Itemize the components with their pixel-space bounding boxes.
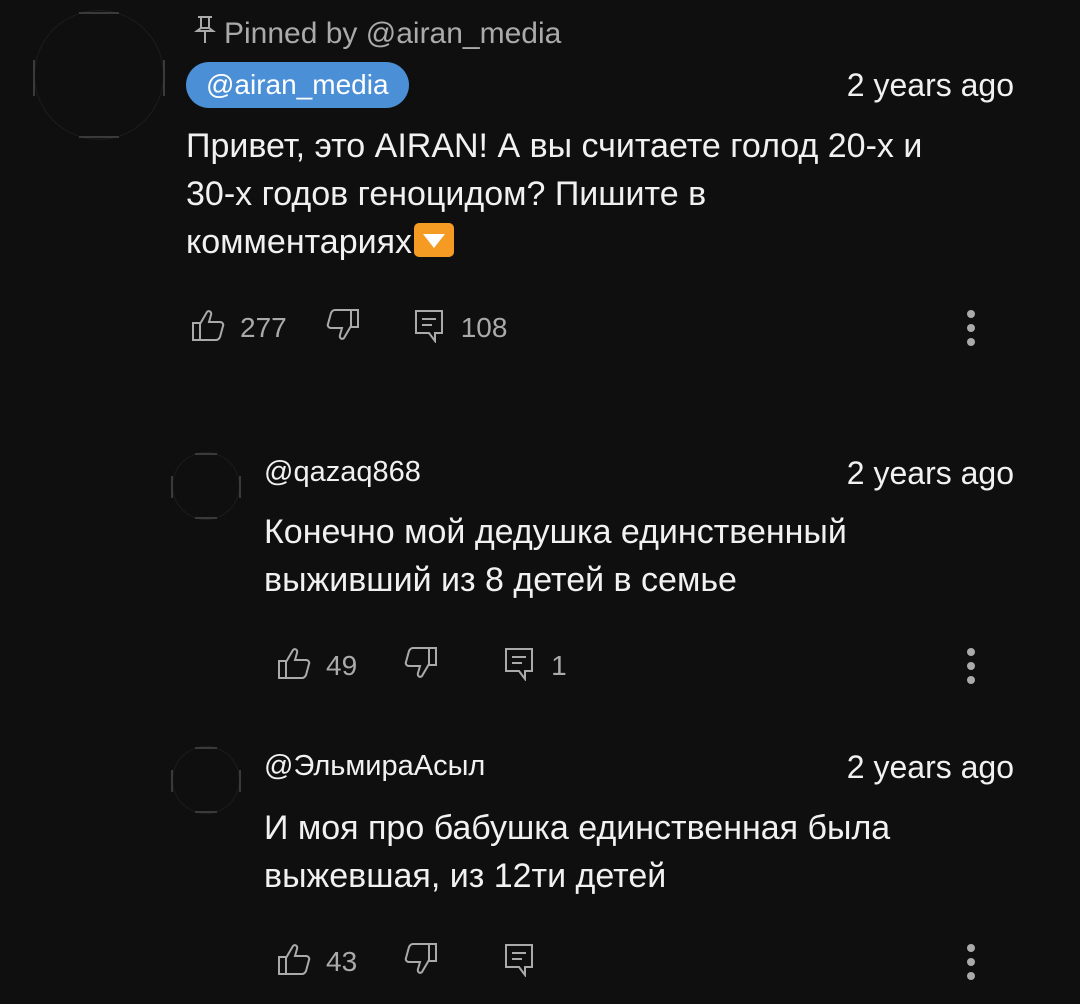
comment-text-line: И моя про бабушка единственная была	[264, 809, 891, 847]
comment-text-line: комментариях	[186, 223, 413, 261]
reply-count: 1	[551, 650, 567, 681]
comment-text-line: Привет, это AIRAN! А вы считаете голод 2…	[186, 127, 923, 165]
thumbs-down-icon	[325, 307, 361, 350]
avatar[interactable]	[171, 452, 241, 520]
more-options-icon[interactable]	[956, 306, 986, 350]
more-options-icon[interactable]	[956, 644, 986, 688]
thumbs-up-icon	[276, 645, 312, 688]
thumbs-down-icon	[403, 941, 439, 984]
like-button[interactable]: 277	[190, 307, 287, 350]
comment-text-line: выжевшая, из 12ти детей	[264, 857, 667, 895]
pin-icon	[194, 15, 216, 53]
comment-text: И моя про бабушка единственная была выже…	[264, 804, 1024, 900]
comment-text-line: 30-х годов геноцидом? Пишите в	[186, 175, 707, 213]
like-count: 49	[326, 650, 358, 681]
dislike-button[interactable]	[403, 941, 439, 984]
comment-text-line: Конечно мой дедушка единственный	[264, 513, 847, 551]
avatar[interactable]	[171, 746, 241, 814]
reply-button[interactable]	[501, 941, 537, 984]
comment-author[interactable]: @qazaq868	[264, 452, 421, 492]
reply-count: 108	[460, 312, 508, 343]
creator-author-chip[interactable]: @airan_media	[186, 62, 409, 108]
pinned-text: Pinned by @airan_media	[224, 17, 562, 50]
like-count: 277	[240, 312, 287, 343]
comment-time: 2 years ago	[846, 749, 1014, 785]
like-count: 43	[326, 946, 358, 977]
comment-actions: 49 1	[276, 644, 567, 688]
comment-reply-icon	[411, 307, 447, 350]
comment-text-line: выживший из 8 детей в семье	[264, 561, 737, 599]
thumbs-up-icon	[190, 307, 226, 350]
like-button[interactable]: 43	[276, 941, 357, 984]
reply-button[interactable]: 1	[501, 645, 567, 688]
more-options-icon[interactable]	[956, 940, 986, 984]
avatar[interactable]	[33, 10, 165, 140]
comments-page: Pinned by @airan_media @airan_media 2 ye…	[0, 0, 1080, 1004]
comment-reply-icon	[501, 941, 537, 984]
comment-actions: 277 108	[190, 306, 507, 350]
pinned-label: Pinned by @airan_media	[194, 14, 561, 54]
down-arrow-emoji-icon	[414, 223, 455, 257]
comment-reply-icon	[501, 645, 537, 688]
dislike-button[interactable]	[325, 307, 361, 350]
comment-text: Привет, это AIRAN! А вы считаете голод 2…	[186, 122, 1036, 266]
comment-time: 2 years ago	[846, 455, 1014, 491]
dislike-button[interactable]	[403, 645, 439, 688]
like-button[interactable]: 49	[276, 645, 357, 688]
comment-time: 2 years ago	[846, 67, 1014, 103]
comment-author[interactable]: @ЭльмираАсыл	[264, 746, 485, 786]
thumbs-up-icon	[276, 941, 312, 984]
comment-text: Конечно мой дедушка единственный выживши…	[264, 508, 1024, 604]
thumbs-down-icon	[403, 645, 439, 688]
reply-button[interactable]: 108	[411, 307, 508, 350]
comment-actions: 43	[276, 940, 537, 984]
